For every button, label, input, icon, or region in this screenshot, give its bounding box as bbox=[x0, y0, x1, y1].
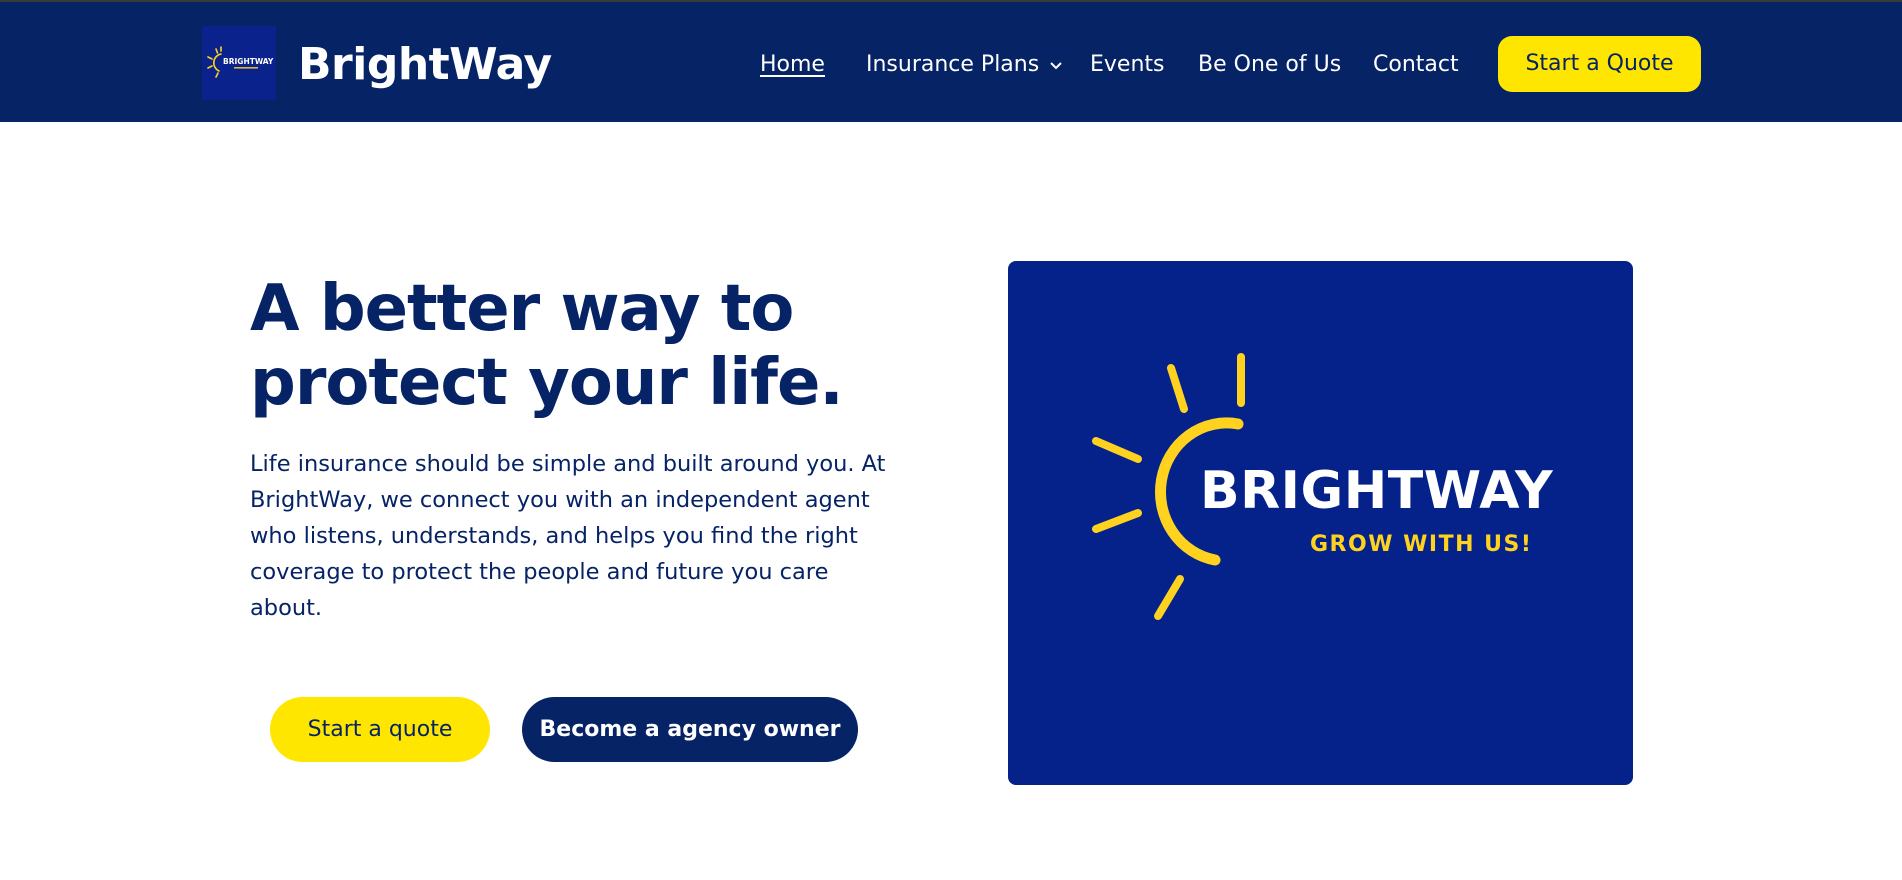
nav-be-one-of-us[interactable]: Be One of Us bbox=[1198, 51, 1341, 79]
nav-home[interactable]: Home bbox=[760, 51, 825, 79]
become-agency-owner-button[interactable]: Become a agency owner bbox=[522, 697, 858, 762]
nav-events[interactable]: Events bbox=[1090, 51, 1165, 79]
hero-title: A better way to protect your life. bbox=[250, 272, 844, 420]
logo-wordmark: BRIGHTWAY bbox=[223, 57, 274, 66]
hero-brand-image: BRIGHTWAY GROW WITH US! bbox=[1008, 261, 1633, 785]
nav-insurance-plans-label: Insurance Plans bbox=[866, 52, 1040, 77]
sun-logo-icon: BRIGHTWAY bbox=[207, 46, 274, 78]
logo[interactable]: BRIGHTWAY bbox=[202, 26, 276, 100]
site-header: BRIGHTWAY BrightWay Home Insurance Plans… bbox=[0, 2, 1902, 122]
brand-name[interactable]: BrightWay bbox=[298, 35, 552, 95]
image-wordmark: BRIGHTWAY bbox=[1200, 461, 1554, 521]
sun-icon bbox=[1092, 353, 1245, 620]
image-tagline: GROW WITH US! bbox=[1310, 532, 1533, 557]
nav-insurance-plans[interactable]: Insurance Plans bbox=[866, 51, 1063, 79]
start-quote-button[interactable]: Start a quote bbox=[270, 697, 490, 762]
chevron-down-icon bbox=[1049, 51, 1063, 79]
hero-description: Life insurance should be simple and buil… bbox=[250, 451, 886, 621]
start-quote-header-button[interactable]: Start a Quote bbox=[1498, 36, 1701, 92]
nav-contact[interactable]: Contact bbox=[1373, 51, 1459, 79]
